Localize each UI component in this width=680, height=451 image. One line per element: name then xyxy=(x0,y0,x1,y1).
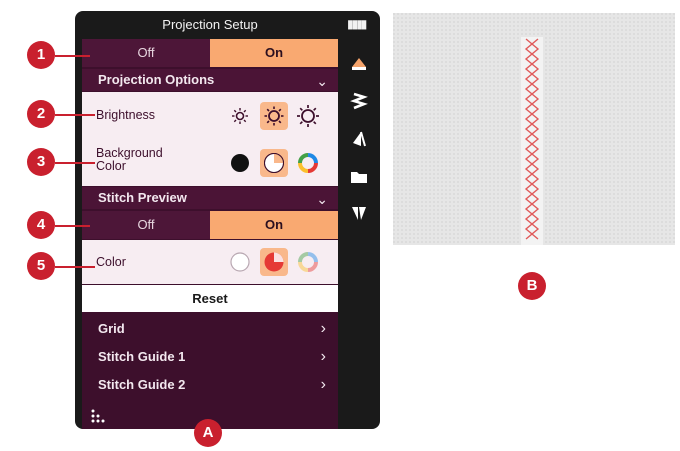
low-brightness-icon[interactable] xyxy=(226,102,254,130)
callout-leader-1 xyxy=(55,55,90,57)
triangle-stitch-icon[interactable] xyxy=(349,129,369,149)
menu-item-label: Grid xyxy=(98,321,125,336)
brightness-row: Brightness xyxy=(82,92,338,140)
multicolor-pale-icon[interactable] xyxy=(294,248,322,276)
projection-toggle[interactable]: Off On xyxy=(82,39,338,67)
folder-icon[interactable] xyxy=(349,167,369,187)
menu-item-label: Stitch Guide 1 xyxy=(98,349,186,364)
callout-badge-4: 4 xyxy=(27,211,55,239)
callout-badge-2: 2 xyxy=(27,100,55,128)
brightness-label: Brightness xyxy=(96,108,156,122)
chevron-down-icon: ⌄ xyxy=(316,73,328,89)
stitch-preview-title: Stitch Preview xyxy=(98,190,187,205)
page-title: Projection Setup xyxy=(162,17,258,32)
callout-leader-2 xyxy=(55,114,95,116)
red-swatch-icon[interactable] xyxy=(260,248,288,276)
projection-options-header[interactable]: Projection Options ⌄ xyxy=(82,69,338,91)
reset-button[interactable]: Reset xyxy=(82,285,338,312)
multicolor-swatch-icon[interactable] xyxy=(294,149,322,177)
callout-leader-5 xyxy=(55,266,95,268)
callout-badge-1: 1 xyxy=(27,41,55,69)
battery-icon: ▮▮▮▮ xyxy=(347,17,367,31)
chevron-right-icon: › xyxy=(320,348,326,365)
stitch-preview-on-option[interactable]: On xyxy=(210,211,338,239)
menu-item-stitch-guide-2[interactable]: Stitch Guide 2 › xyxy=(82,371,338,399)
stitch-tools-icon[interactable] xyxy=(349,203,369,223)
sidebar xyxy=(340,39,378,235)
preview-color-row: Color xyxy=(82,240,338,284)
background-color-row: Background Color xyxy=(82,140,338,186)
stitch-preview-header[interactable]: Stitch Preview ⌄ xyxy=(82,187,338,209)
zigzag-stitch-icon[interactable] xyxy=(349,91,369,111)
background-color-label: Background Color xyxy=(96,147,163,173)
menu-item-stitch-guide-1[interactable]: Stitch Guide 1 › xyxy=(82,343,338,371)
stitch-preview-toggle[interactable]: Off On xyxy=(82,211,338,239)
callout-badge-5: 5 xyxy=(27,252,55,280)
white-circle-icon[interactable] xyxy=(226,248,254,276)
black-swatch-icon[interactable] xyxy=(226,149,254,177)
settings-list: Off On Projection Options ⌄ Brightness B… xyxy=(82,39,338,429)
projection-on-option[interactable]: On xyxy=(210,39,338,67)
chevron-right-icon: › xyxy=(320,376,326,393)
background-color-label-line2: Color xyxy=(96,159,126,173)
callout-badge-b: B xyxy=(518,272,546,300)
callout-badge-a: A xyxy=(194,419,222,447)
chevron-down-icon: ⌄ xyxy=(316,191,328,207)
callout-badge-3: 3 xyxy=(27,148,55,176)
preview-color-label: Color xyxy=(96,255,126,269)
callout-leader-4 xyxy=(55,225,90,227)
stitch-preview-off-option[interactable]: Off xyxy=(82,211,210,239)
fabric-stitch-projection xyxy=(393,13,675,245)
grid-dots-icon[interactable] xyxy=(90,408,106,429)
stitch-projection-image xyxy=(393,13,675,245)
menu-item-label: Stitch Guide 2 xyxy=(98,377,186,392)
sewing-foot-icon[interactable] xyxy=(349,53,369,73)
menu-item-grid[interactable]: Grid › xyxy=(82,315,338,343)
callout-leader-3 xyxy=(55,162,95,164)
medium-brightness-icon[interactable] xyxy=(260,102,288,130)
projection-options-title: Projection Options xyxy=(98,72,215,87)
high-brightness-icon[interactable] xyxy=(294,102,322,130)
white-swatch-icon[interactable] xyxy=(260,149,288,177)
projection-off-option[interactable]: Off xyxy=(82,39,210,67)
chevron-right-icon: › xyxy=(320,320,326,337)
